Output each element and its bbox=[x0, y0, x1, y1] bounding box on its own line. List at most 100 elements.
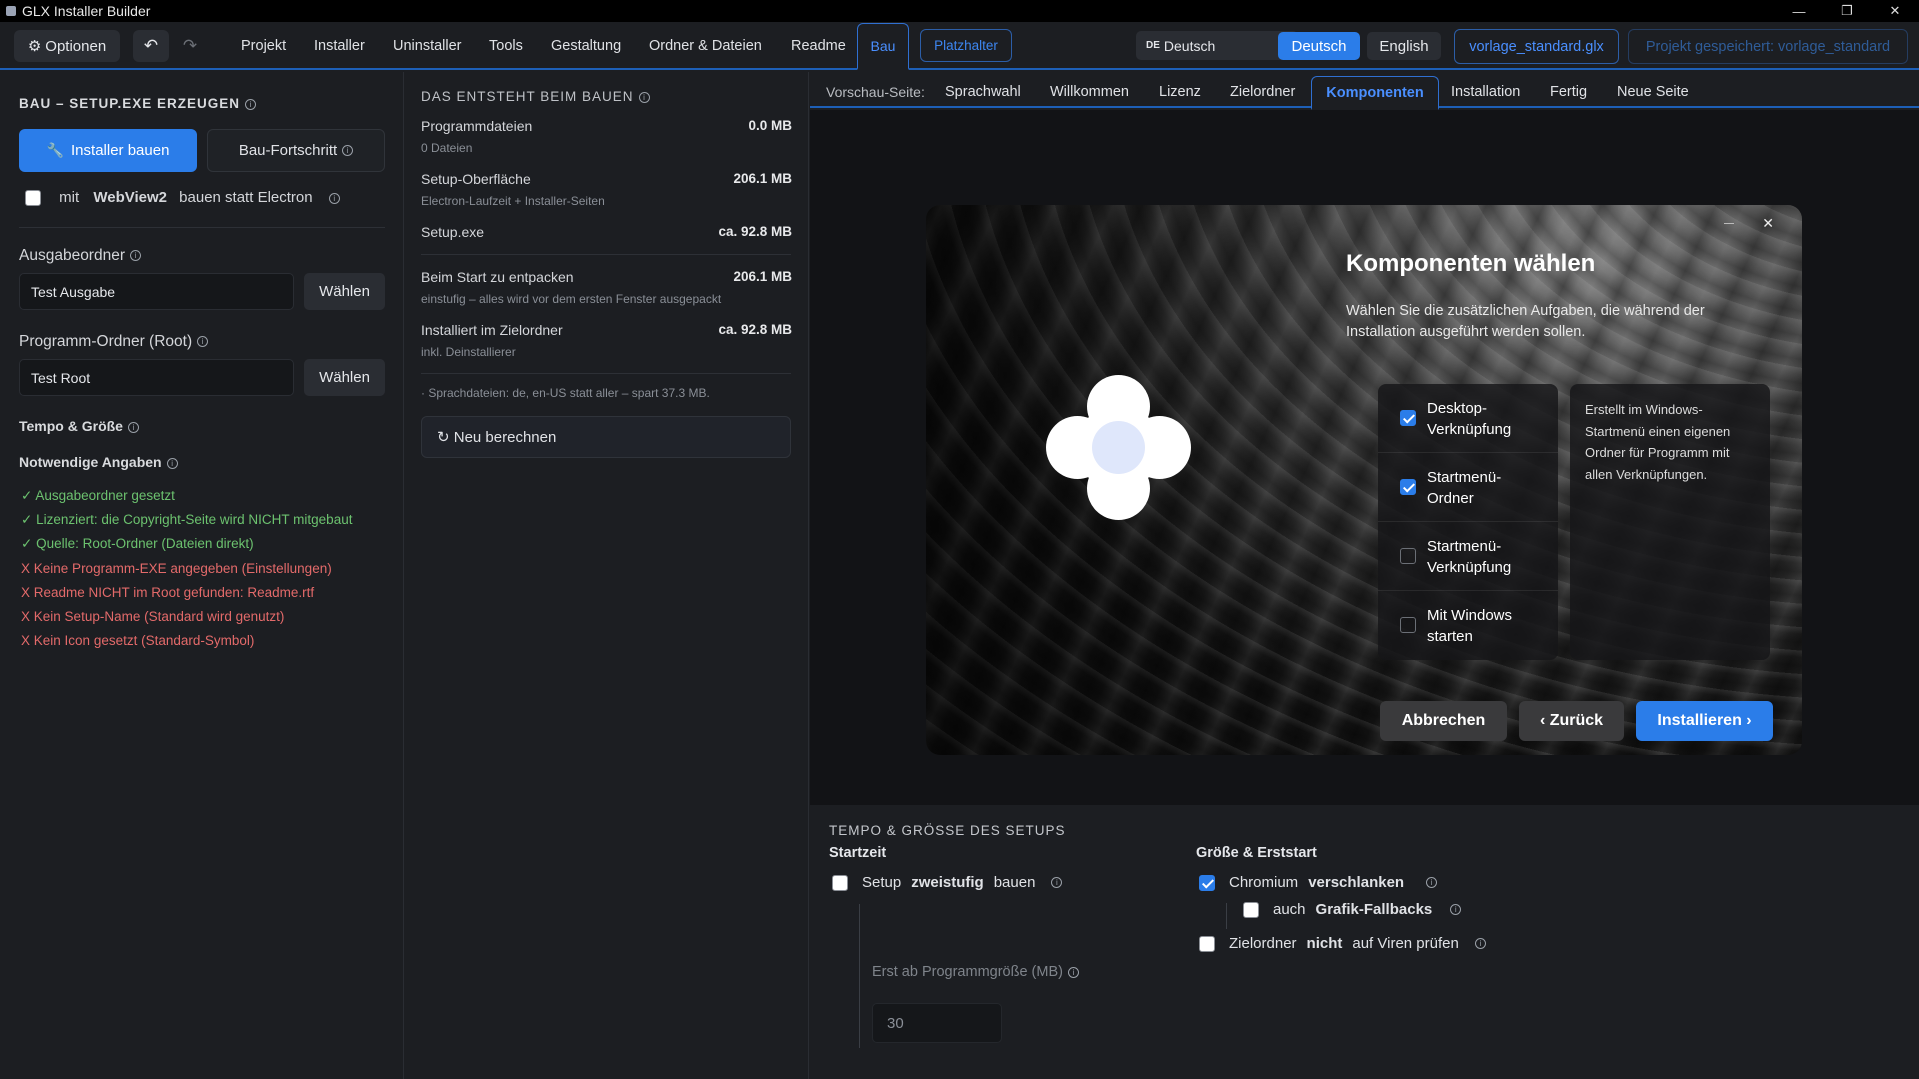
installer-close-icon[interactable]: ✕ bbox=[1762, 215, 1774, 232]
options-button[interactable]: ⚙ Optionen bbox=[14, 30, 120, 62]
info-icon[interactable]: i bbox=[130, 250, 141, 262]
choose-output-button[interactable]: Wählen bbox=[304, 273, 385, 310]
menu-ordner-dateien[interactable]: Ordner & Dateien bbox=[649, 38, 762, 54]
webview-checkbox[interactable] bbox=[25, 190, 41, 207]
menu-bau[interactable]: Bau bbox=[857, 23, 909, 70]
component-checkbox[interactable] bbox=[1400, 479, 1416, 495]
divider bbox=[19, 227, 385, 228]
tab-sprachwahl[interactable]: Sprachwahl bbox=[945, 84, 1021, 100]
row-sub: einstufig – alles wird vor dem ersten Fe… bbox=[421, 292, 722, 306]
chromium-checkbox[interactable] bbox=[1199, 874, 1215, 891]
fallbacks-checkbox[interactable] bbox=[1243, 901, 1259, 918]
component-item[interactable]: Startmenü- Ordner bbox=[1378, 453, 1558, 522]
language-select[interactable]: DE Deutsch ⌄ bbox=[1136, 31, 1298, 60]
check-item: X Readme NICHT im Root gefunden: Readme.… bbox=[21, 585, 314, 600]
virus-scan-checkbox[interactable] bbox=[1199, 935, 1215, 952]
component-item[interactable]: Startmenü- Verknüpfung bbox=[1378, 522, 1558, 591]
two-stage-pre: Setup bbox=[862, 874, 902, 891]
component-item[interactable]: Mit Windows starten bbox=[1378, 591, 1558, 660]
info-icon[interactable]: i bbox=[1051, 877, 1063, 888]
row-sub: Electron-Laufzeit + Installer-Seiten bbox=[421, 194, 605, 208]
row-value: ca. 92.8 MB bbox=[718, 224, 792, 239]
output-folder-label-text: Ausgabeordner bbox=[19, 247, 125, 264]
build-progress-button[interactable]: Bau-Fortschritt i bbox=[207, 129, 385, 172]
check-item: ✓ Quelle: Root-Ordner (Dateien direkt) bbox=[21, 536, 254, 552]
virus-scan-option: Zielordner nicht auf Viren prüfen i bbox=[1199, 935, 1486, 952]
installer-back-button[interactable]: ‹ Zurück bbox=[1519, 701, 1624, 741]
row-value: 206.1 MB bbox=[733, 269, 792, 284]
installer-preview-window: ✕ Komponenten wählen Wählen Sie die zusä… bbox=[926, 205, 1802, 755]
project-file-button[interactable]: vorlage_standard.glx bbox=[1454, 29, 1619, 64]
installer-install-button[interactable]: Installieren › bbox=[1636, 701, 1773, 741]
virus-scan-pre: Zielordner bbox=[1229, 935, 1297, 952]
lang-deutsch-button[interactable]: Deutsch bbox=[1278, 32, 1360, 60]
tab-neue-seite[interactable]: Neue Seite bbox=[1617, 84, 1689, 100]
minimize-icon[interactable]: — bbox=[1775, 0, 1823, 22]
component-checkbox[interactable] bbox=[1400, 410, 1416, 426]
preview-tabs: Vorschau-Seite: Sprachwahl Willkommen Li… bbox=[810, 72, 1919, 110]
check-item: ✓ Lizenziert: die Copyright-Seite wird N… bbox=[21, 512, 352, 528]
info-icon[interactable]: i bbox=[1474, 938, 1486, 949]
threshold-input[interactable]: 30 bbox=[872, 1003, 1002, 1043]
window-title: GLX Installer Builder bbox=[22, 3, 151, 19]
component-item[interactable]: Desktop- Verknüpfung bbox=[1378, 384, 1558, 453]
required-info-text: Notwendige Angaben bbox=[19, 454, 162, 470]
tempo-size-heading[interactable]: Tempo & Größe i bbox=[19, 418, 139, 434]
tab-zielordner[interactable]: Zielordner bbox=[1230, 84, 1295, 100]
menu-uninstaller[interactable]: Uninstaller bbox=[393, 38, 462, 54]
redo-button[interactable]: ↷ bbox=[172, 30, 208, 62]
indent-line bbox=[1226, 903, 1227, 929]
root-folder-input[interactable]: Test Root bbox=[19, 359, 294, 396]
info-icon[interactable]: i bbox=[342, 145, 354, 156]
info-icon[interactable]: i bbox=[245, 98, 257, 110]
info-icon[interactable]: i bbox=[1450, 904, 1462, 915]
installer-minimize-icon[interactable] bbox=[1724, 223, 1734, 224]
info-icon[interactable]: i bbox=[638, 91, 650, 103]
maximize-icon[interactable]: ❐ bbox=[1823, 0, 1871, 22]
two-stage-checkbox[interactable] bbox=[832, 874, 848, 891]
tab-komponenten[interactable]: Komponenten bbox=[1311, 76, 1439, 110]
check-text: Readme NICHT im Root gefunden: Readme.rt… bbox=[33, 585, 315, 600]
placeholder-button[interactable]: Platzhalter bbox=[920, 29, 1012, 62]
component-label: Startmenü- Verknüpfung bbox=[1427, 538, 1512, 576]
tab-lizenz[interactable]: Lizenz bbox=[1159, 84, 1201, 100]
threshold-label-text: Erst ab Programmgröße (MB) bbox=[872, 964, 1063, 980]
info-icon[interactable]: i bbox=[127, 421, 139, 433]
lang-english-button[interactable]: English bbox=[1367, 32, 1441, 60]
info-icon[interactable]: i bbox=[328, 192, 340, 204]
undo-button[interactable]: ↶ bbox=[133, 30, 169, 62]
check-item: X Kein Icon gesetzt (Standard-Symbol) bbox=[21, 633, 254, 648]
check-text: Kein Setup-Name (Standard wird genutzt) bbox=[33, 609, 285, 624]
info-icon[interactable]: i bbox=[1067, 966, 1079, 978]
cross-icon: X bbox=[21, 633, 31, 648]
menu-installer[interactable]: Installer bbox=[314, 38, 365, 54]
choose-root-button[interactable]: Wählen bbox=[304, 359, 385, 396]
menu-readme[interactable]: Readme bbox=[791, 38, 846, 54]
output-folder-input[interactable]: Test Ausgabe bbox=[19, 273, 294, 310]
check-icon: ✓ bbox=[21, 512, 33, 527]
info-icon[interactable]: i bbox=[166, 457, 178, 469]
component-checkbox[interactable] bbox=[1400, 617, 1416, 633]
menu-tools[interactable]: Tools bbox=[489, 38, 523, 54]
menu-gestaltung[interactable]: Gestaltung bbox=[551, 38, 621, 54]
component-label: Mit Windows starten bbox=[1427, 607, 1513, 645]
tab-installation[interactable]: Installation bbox=[1451, 84, 1520, 100]
installer-cancel-button[interactable]: Abbrechen bbox=[1380, 701, 1507, 741]
component-checkbox[interactable] bbox=[1400, 548, 1416, 564]
close-icon[interactable]: ✕ bbox=[1871, 0, 1919, 22]
menu-projekt[interactable]: Projekt bbox=[241, 38, 286, 54]
app-icon bbox=[6, 6, 16, 16]
recalculate-button[interactable]: ↻ Neu berechnen bbox=[421, 416, 791, 458]
info-icon[interactable]: i bbox=[197, 336, 209, 348]
chromium-pre: Chromium bbox=[1229, 874, 1299, 891]
chromium-option: Chromium verschlanken i bbox=[1199, 874, 1438, 891]
check-text: Quelle: Root-Ordner (Dateien direkt) bbox=[36, 536, 254, 551]
build-installer-label: Installer bauen bbox=[71, 142, 170, 159]
build-progress-label: Bau-Fortschritt bbox=[238, 142, 338, 159]
language-files-note: · Sprachdateien: de, en-US statt aller –… bbox=[421, 386, 710, 400]
tab-fertig[interactable]: Fertig bbox=[1550, 84, 1587, 100]
tab-willkommen[interactable]: Willkommen bbox=[1050, 84, 1129, 100]
build-installer-button[interactable]: 🔧 Installer bauen bbox=[19, 129, 197, 172]
window-controls: — ❐ ✕ bbox=[1775, 0, 1919, 22]
info-icon[interactable]: i bbox=[1426, 877, 1438, 888]
